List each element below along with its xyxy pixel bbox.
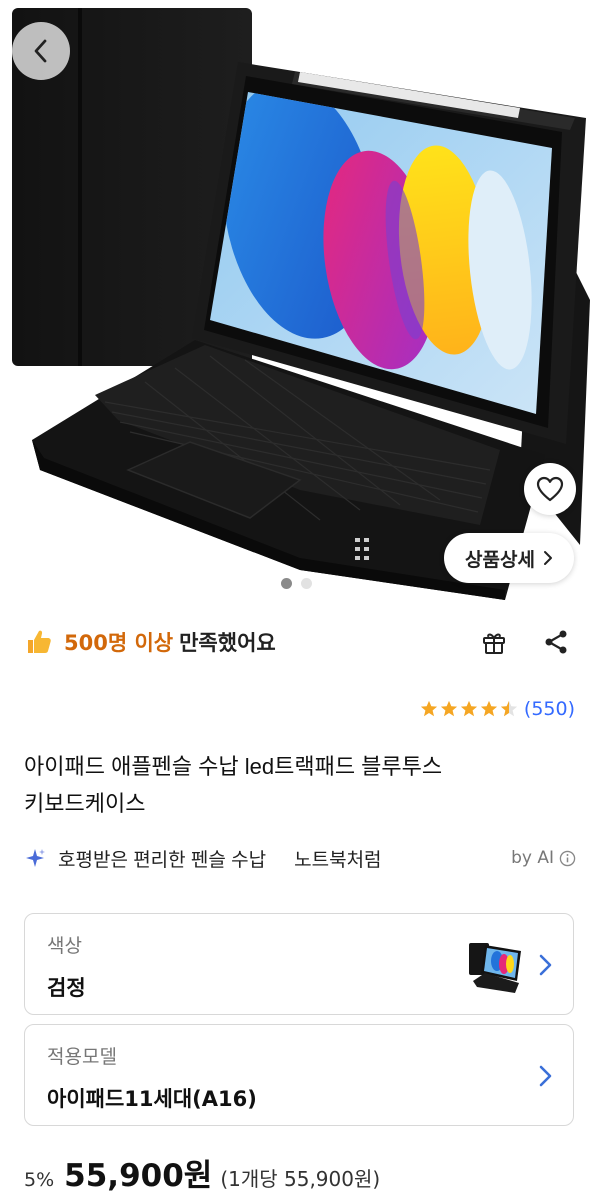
keyword-tag[interactable]: 호평받은 편리한 펜슬 수납 <box>58 845 266 872</box>
star-full-icon <box>460 700 478 717</box>
product-title: 아이패드 애플펜슬 수납 led트랙패드 블루투스 키보드케이스 <box>24 748 576 822</box>
product-image-carousel[interactable]: 상품상세 <box>0 0 597 604</box>
price-row: 5% 55,900원 (1개당 55,900원) <box>24 1150 380 1196</box>
star-half-icon <box>500 700 518 717</box>
share-icon <box>545 630 567 654</box>
sale-price: 55,900원 <box>64 1158 213 1194</box>
keyword-tag[interactable]: 노트북처럼 <box>294 845 381 872</box>
by-ai-text: by AI <box>511 848 554 868</box>
product-detail-button[interactable]: 상품상세 <box>444 533 574 583</box>
wishlist-button[interactable] <box>524 463 576 515</box>
heart-icon <box>536 476 564 502</box>
satisfaction-row: 500명 이상 만족했어요 <box>24 622 576 662</box>
gift-button[interactable] <box>474 622 514 662</box>
by-ai-label[interactable]: by AI <box>511 848 576 868</box>
discount-rate: 5% <box>24 1169 55 1191</box>
rating-summary[interactable]: (550) <box>420 694 575 724</box>
carousel-indicator <box>281 578 312 589</box>
satisfaction-count: 500명 이상 <box>64 631 174 655</box>
gift-icon <box>483 633 505 654</box>
color-option-thumbnail <box>469 943 521 993</box>
star-full-icon <box>480 700 498 717</box>
color-option-selector[interactable]: 색상 검정 <box>24 913 574 1015</box>
product-title-line2: 키보드케이스 <box>24 791 146 816</box>
thumbs-up-icon <box>28 630 51 653</box>
product-title-line1: 아이패드 애플펜슬 수납 led트랙패드 블루투스 <box>24 754 443 779</box>
sparkle-icon <box>26 849 45 867</box>
back-button[interactable] <box>12 22 70 80</box>
star-full-icon <box>440 700 458 717</box>
satisfaction-label: 만족했어요 <box>179 631 276 655</box>
share-button[interactable] <box>536 622 576 662</box>
carousel-dot-active[interactable] <box>281 578 292 589</box>
chevron-right-icon <box>543 551 552 565</box>
info-icon <box>559 850 576 866</box>
star-rating <box>420 700 518 718</box>
review-count-link[interactable]: (550) <box>524 698 575 720</box>
model-option-selector[interactable]: 적용모델 아이패드11세대(A16) <box>24 1024 574 1126</box>
carousel-dot[interactable] <box>301 578 312 589</box>
chevron-right-icon <box>539 954 552 976</box>
color-option-value: 검정 <box>47 976 86 1000</box>
product-detail-label: 상품상세 <box>465 548 535 571</box>
model-option-label: 적용모델 <box>47 1046 117 1068</box>
model-option-value: 아이패드11세대(A16) <box>47 1087 257 1111</box>
unit-price: (1개당 55,900원) <box>220 1167 381 1191</box>
ai-keyword-row: 호평받은 편리한 펜슬 수납 노트북처럼 by AI <box>24 840 576 876</box>
chevron-left-icon <box>34 39 47 63</box>
star-full-icon <box>420 700 438 717</box>
product-photo <box>12 8 590 600</box>
color-option-label: 색상 <box>47 935 82 957</box>
chevron-right-icon <box>539 1065 552 1087</box>
